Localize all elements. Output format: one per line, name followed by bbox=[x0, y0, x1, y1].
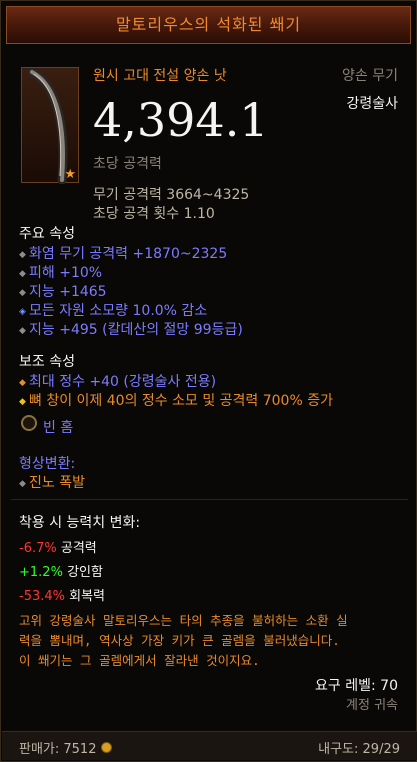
primary-stat: ◆ 지능 +1465 bbox=[19, 281, 107, 301]
diamond-bullet-icon: ◆ bbox=[19, 269, 26, 279]
item-tooltip: 말토리우스의 석화된 쐐기 ★ 원시 고대 전설 양손 낫 양손 무기 강령술사… bbox=[0, 0, 417, 762]
required-level: 요구 레벨: 70 bbox=[315, 678, 398, 694]
change-label: 회복력 bbox=[69, 589, 106, 604]
item-name: 말토리우스의 석화된 쐐기 bbox=[115, 15, 302, 34]
stat-text: 피해 +10% bbox=[29, 265, 103, 281]
transmog-value: ◆ 진노 폭발 bbox=[19, 472, 85, 492]
equip-change-row: +1.2% 강인함 bbox=[19, 561, 103, 580]
legendary-power: ◆ 뼈 창이 이제 40의 정수 소모 및 공격력 700% 증가 bbox=[19, 390, 333, 410]
durability: 내구도: 29/29 bbox=[318, 742, 400, 757]
diamond-bullet-icon: ◆ bbox=[19, 397, 26, 407]
item-title-bar: 말토리우스의 석화된 쐐기 bbox=[6, 6, 411, 44]
flavor-line: 고위 강령술사 말토리우스는 타의 추종을 불허하는 소환 실 bbox=[19, 613, 348, 628]
item-slot-type: 양손 무기 bbox=[342, 68, 398, 84]
equip-change-row: -53.4% 회복력 bbox=[19, 585, 105, 604]
equip-change-row: -6.7% 공격력 bbox=[19, 537, 97, 556]
primary-stat: ◆ 지능 +495 (칼데산의 절망 99등급) bbox=[19, 319, 243, 339]
primary-stat: ◈ 모든 자원 소모량 10.0% 감소 bbox=[19, 300, 207, 320]
change-value: -53.4% bbox=[19, 589, 65, 604]
primal-star-icon: ★ bbox=[64, 167, 76, 182]
empty-socket-icon bbox=[21, 415, 37, 431]
diamond-bullet-icon: ◆ bbox=[19, 250, 26, 260]
enchant-icon: ◈ bbox=[19, 307, 26, 317]
item-icon-frame: ★ bbox=[21, 67, 79, 184]
sell-value-text: 판매가: 7512 bbox=[19, 742, 97, 757]
stat-text: 뼈 창이 이제 40의 정수 소모 및 공격력 700% 증가 bbox=[29, 393, 333, 409]
change-label: 공격력 bbox=[60, 541, 97, 556]
primary-header: 주요 속성 bbox=[19, 226, 75, 242]
flavor-text: 고위 강령술사 말토리우스는 타의 추종을 불허하는 소환 실 력을 뽐내며, … bbox=[19, 611, 403, 671]
primary-stat: ◆ 피해 +10% bbox=[19, 262, 102, 282]
change-value: -6.7% bbox=[19, 541, 57, 556]
diamond-bullet-icon: ◆ bbox=[19, 479, 26, 489]
weapon-damage: 무기 공격력 3664~4325 bbox=[93, 187, 250, 203]
stat-text: 모든 자원 소모량 10.0% 감소 bbox=[29, 303, 208, 319]
socket-label: 빈 홈 bbox=[43, 420, 74, 436]
stat-text: 화염 무기 공격력 +1870~2325 bbox=[29, 246, 228, 262]
tooltip-footer: 판매가: 7512 내구도: 29/29 bbox=[2, 731, 417, 760]
equip-changes-header: 착용 시 능력치 변화: bbox=[19, 515, 141, 531]
stat-text: 지능 +1465 bbox=[29, 284, 107, 300]
attack-speed: 초당 공격 횟수 1.10 bbox=[93, 206, 215, 222]
change-value: +1.2% bbox=[19, 565, 63, 580]
diamond-bullet-icon: ◆ bbox=[19, 326, 26, 336]
secondary-stat: ◆ 최대 정수 +40 (강령술사 전용) bbox=[19, 371, 216, 391]
stat-text: 최대 정수 +40 (강령술사 전용) bbox=[29, 374, 217, 390]
flavor-line: 력을 뽐내며, 역사상 가장 키가 큰 골렘을 불러냈습니다. bbox=[19, 633, 340, 648]
item-dps: 4,394.1 bbox=[93, 93, 269, 147]
transmog-name: 진노 폭발 bbox=[29, 475, 85, 491]
diamond-bullet-icon: ◆ bbox=[19, 288, 26, 298]
primary-stat: ◆ 화염 무기 공격력 +1870~2325 bbox=[19, 243, 227, 263]
dps-label: 초당 공격력 bbox=[93, 156, 162, 172]
flavor-line: 이 쐐기는 그 골렘에게서 잘라낸 것이지요. bbox=[19, 653, 260, 668]
item-class: 강령술사 bbox=[346, 96, 398, 112]
change-label: 강인함 bbox=[67, 565, 103, 580]
transmog-header: 형상변환: bbox=[19, 456, 76, 472]
item-quality: 원시 고대 전설 양손 낫 bbox=[93, 68, 227, 84]
stat-text: 지능 +495 (칼데산의 절망 99등급) bbox=[29, 322, 243, 338]
divider bbox=[11, 499, 408, 500]
secondary-header: 보조 속성 bbox=[19, 354, 75, 370]
sell-value: 판매가: 7512 bbox=[19, 738, 112, 757]
gold-coin-icon bbox=[100, 742, 112, 753]
account-bound: 계정 귀속 bbox=[346, 698, 398, 713]
diamond-bullet-icon: ◆ bbox=[19, 378, 26, 388]
